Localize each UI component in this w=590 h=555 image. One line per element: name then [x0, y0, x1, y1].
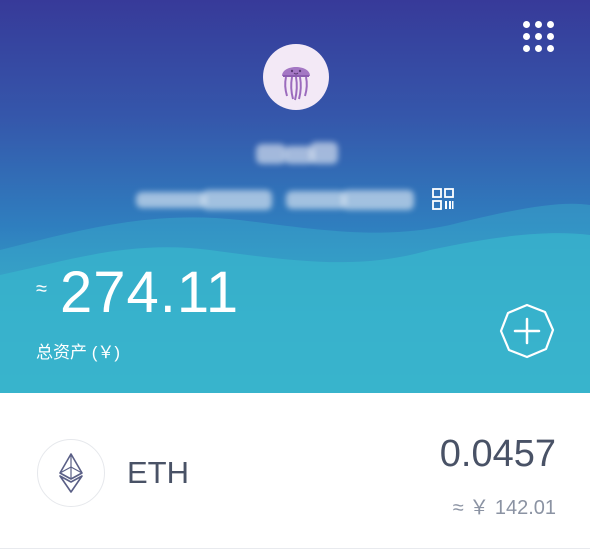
total-assets-label: 总资产 (￥): [36, 343, 121, 362]
wallet-header: █████ ██████████████████████ ≈ 274.11 总资…: [0, 0, 590, 393]
wallet-avatar[interactable]: [263, 44, 329, 110]
add-asset-button[interactable]: [499, 303, 555, 359]
total-assets-amount: 274.11: [60, 260, 240, 325]
qr-code-icon: [432, 188, 454, 210]
wallet-app: █████ ██████████████████████ ≈ 274.11 总资…: [0, 0, 590, 555]
add-asset-icon: [499, 303, 555, 359]
jellyfish-avatar-icon: [282, 67, 310, 101]
asset-row-eth[interactable]: ETH 0.0457 ≈ ￥ 142.01: [0, 417, 590, 527]
menu-grid-button[interactable]: [520, 18, 558, 56]
total-approx-prefix: ≈: [36, 278, 47, 300]
wallet-name: █████: [250, 140, 342, 166]
asset-balance: 0.0457: [439, 433, 556, 475]
asset-divider: [0, 548, 590, 549]
eth-token-logo: [37, 439, 105, 507]
qr-code-button[interactable]: [432, 188, 454, 210]
asset-symbol: ETH: [127, 455, 189, 490]
ethereum-logo-icon: [59, 453, 83, 493]
asset-fiat-value: ≈ ￥ 142.01: [452, 497, 556, 519]
wallet-address[interactable]: ██████████████████████: [136, 186, 418, 214]
